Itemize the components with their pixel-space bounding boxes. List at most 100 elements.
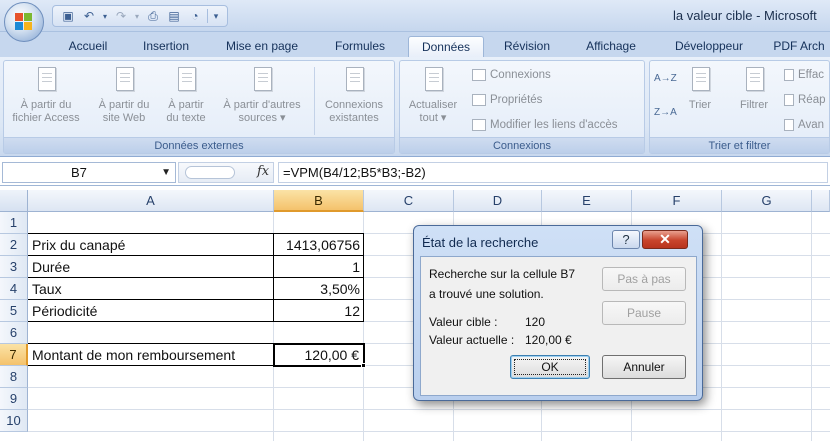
cell-b2[interactable]: 1413,06756	[274, 234, 363, 256]
clear-filter-button[interactable]: Effac	[784, 69, 824, 81]
sort-label: Trier	[688, 99, 712, 111]
tab-formules[interactable]: Formules	[320, 36, 400, 58]
ok-button[interactable]: OK	[510, 355, 590, 379]
row-header-3[interactable]: 3	[0, 256, 28, 278]
cell-a2[interactable]: Prix du canapé	[28, 234, 273, 256]
text-file-icon	[172, 65, 200, 95]
row-header-5[interactable]: 5	[0, 300, 28, 322]
tab-affichage[interactable]: Affichage	[572, 36, 650, 58]
formula-bar-resize-handle[interactable]	[185, 166, 235, 179]
close-button[interactable]: ✕	[642, 230, 688, 249]
cancel-button[interactable]: Annuler	[602, 355, 686, 379]
undo-dropdown-icon[interactable]: ▾	[101, 8, 109, 24]
sort-za-icon: Z→A	[654, 107, 677, 118]
insert-function-icon[interactable]: fx	[257, 164, 269, 179]
from-other-sources-button[interactable]: À partir d'autres sources ▾	[212, 65, 312, 125]
cell-a7[interactable]: Montant de mon remboursement	[28, 344, 273, 366]
edit-links-button[interactable]: Modifier les liens d'accès	[472, 119, 617, 131]
properties-label: Propriétés	[490, 94, 543, 106]
refresh-all-button[interactable]: Actualiser tout ▾	[402, 65, 464, 125]
row-header-10[interactable]: 10	[0, 410, 28, 432]
status-line-2: a trouvé une solution.	[429, 287, 544, 301]
connections-button[interactable]: Connexions	[472, 69, 551, 81]
row-header-6[interactable]: 6	[0, 322, 28, 344]
gridline	[721, 212, 722, 441]
row-header-8[interactable]: 8	[0, 366, 28, 388]
print-preview-icon[interactable]: ⎙	[144, 8, 162, 24]
print-icon[interactable]: ▤	[165, 8, 183, 24]
column-header-f[interactable]: F	[632, 190, 722, 212]
group-connections: Actualiser tout ▾ Connexions Propriétés …	[399, 60, 645, 154]
cell-a4[interactable]: Taux	[28, 278, 273, 300]
connections-label: Connexions	[490, 69, 551, 81]
row-header-4[interactable]: 4	[0, 278, 28, 300]
tab-accueil[interactable]: Accueil	[56, 36, 120, 58]
title-bar: ▣ ↶ ▾ ↷ ▾ ⎙ ▤ ◔ ▾ la valeur cible - Micr…	[0, 0, 830, 32]
filter-button[interactable]: Filtrer	[734, 65, 774, 112]
name-box-dropdown-icon[interactable]: ▼	[161, 163, 171, 182]
group-label-external-data: Données externes	[4, 137, 394, 153]
group-label-sort-filter: Trier et filtrer	[650, 137, 829, 153]
cell-a3[interactable]: Durée	[28, 256, 273, 278]
redo-dropdown-icon[interactable]: ▾	[133, 8, 141, 24]
from-web-button[interactable]: À partir du site Web	[90, 65, 158, 125]
column-header-a[interactable]: A	[28, 190, 274, 212]
sort-button[interactable]: Trier	[682, 65, 718, 112]
from-access-button[interactable]: À partir du fichier Access	[8, 65, 84, 125]
pause-button[interactable]: Pause	[602, 301, 686, 325]
sort-za-button[interactable]: Z→A	[654, 107, 677, 118]
tab-developpeur[interactable]: Développeur	[662, 36, 756, 58]
column-header-b[interactable]: B	[274, 190, 364, 212]
tab-donnees[interactable]: Données	[408, 36, 484, 58]
gridline	[28, 409, 830, 410]
tab-mise-en-page[interactable]: Mise en page	[212, 36, 312, 58]
tab-pdf-arch[interactable]: PDF Arch	[768, 36, 830, 58]
advanced-filter-label: Avan	[798, 119, 825, 131]
help-button[interactable]: ?	[612, 230, 640, 249]
formula-input[interactable]: =VPM(B4/12;B5*B3;-B2)	[278, 162, 828, 183]
cell-b7[interactable]: 120,00 €	[274, 344, 362, 366]
cell-b4[interactable]: 3,50%	[274, 278, 363, 300]
save-icon[interactable]: ▣	[59, 8, 77, 24]
properties-button[interactable]: Propriétés	[472, 94, 542, 106]
column-header-g[interactable]: G	[722, 190, 812, 212]
advanced-filter-button[interactable]: Avan	[784, 119, 824, 131]
column-header-d[interactable]: D	[454, 190, 542, 212]
office-button[interactable]	[4, 2, 44, 42]
existing-connections-button[interactable]: Connexions existantes	[318, 65, 390, 125]
access-file-icon	[32, 65, 60, 95]
select-all-corner[interactable]	[0, 190, 28, 212]
filter-label: Filtrer	[739, 99, 769, 111]
cell-a5[interactable]: Périodicité	[28, 300, 273, 322]
column-header-h[interactable]	[812, 190, 830, 212]
existing-connections-label-1: Connexions	[324, 99, 384, 111]
row-header-2[interactable]: 2	[0, 234, 28, 256]
advanced-filter-icon	[784, 119, 794, 131]
chart-icon[interactable]: ◔	[186, 8, 204, 24]
customize-qat-icon[interactable]: ▾	[211, 8, 221, 24]
step-button[interactable]: Pas à pas	[602, 267, 686, 291]
ribbon-tabs: Accueil Insertion Mise en page Formules …	[0, 32, 830, 58]
reapply-button[interactable]: Réap	[784, 94, 826, 106]
from-web-label-1: À partir du	[98, 99, 150, 111]
sort-az-button[interactable]: A→Z	[654, 73, 677, 84]
from-text-button[interactable]: À partir du texte	[160, 65, 212, 125]
cell-b5[interactable]: 12	[274, 300, 363, 322]
column-header-c[interactable]: C	[364, 190, 454, 212]
sort-dialog-icon	[686, 65, 714, 95]
group-divider	[314, 67, 315, 135]
redo-icon[interactable]: ↷	[112, 8, 130, 24]
cell-b3[interactable]: 1	[274, 256, 363, 278]
office-logo-icon	[15, 13, 33, 31]
name-box[interactable]: B7 ▼	[2, 162, 176, 183]
refresh-all-label-1: Actualiser	[408, 99, 458, 111]
tab-insertion[interactable]: Insertion	[130, 36, 202, 58]
clear-filter-icon	[784, 69, 794, 81]
row-header-7[interactable]: 7	[0, 344, 28, 366]
undo-icon[interactable]: ↶	[80, 8, 98, 24]
current-value-label: Valeur actuelle :	[429, 333, 515, 347]
row-header-1[interactable]: 1	[0, 212, 28, 234]
column-header-e[interactable]: E	[542, 190, 632, 212]
row-header-9[interactable]: 9	[0, 388, 28, 410]
tab-revision[interactable]: Révision	[492, 36, 562, 58]
